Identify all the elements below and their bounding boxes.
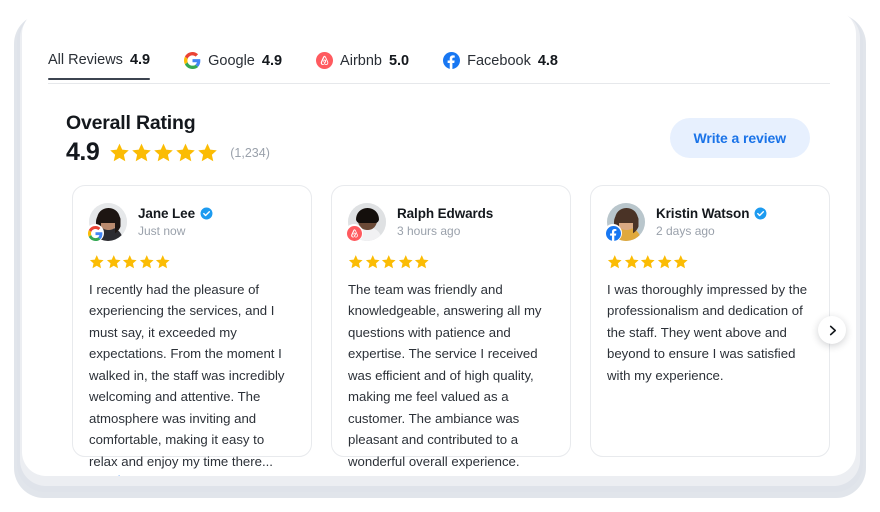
- page-title: Overall Rating: [66, 112, 196, 134]
- verified-badge-icon: [754, 207, 767, 220]
- tab-label: Google: [208, 52, 255, 69]
- star-icon: [198, 143, 218, 162]
- verified-badge-icon: [200, 207, 213, 220]
- overall-stars: [109, 142, 218, 163]
- star-icon: [414, 255, 429, 269]
- tab-score: 4.9: [261, 52, 283, 69]
- review-header: Kristin Watson 2 days ago: [604, 203, 813, 242]
- tab-google[interactable]: Google 4.9: [184, 52, 282, 80]
- tab-all-reviews[interactable]: All Reviews 4.9: [48, 52, 151, 80]
- review-card: Ralph Edwards 3 hours ago The team was f…: [331, 185, 571, 469]
- star-icon: [139, 255, 154, 269]
- avatar: [345, 203, 386, 242]
- review-source-badge: [604, 224, 622, 242]
- star-icon: [348, 255, 363, 269]
- facebook-icon: [443, 52, 461, 69]
- star-icon: [381, 255, 396, 269]
- reviewer-name: Kristin Watson: [656, 206, 750, 221]
- star-icon: [607, 255, 622, 269]
- review-card: Jane Lee Just now I recently had the ple…: [72, 185, 312, 476]
- review-stars: [348, 254, 554, 270]
- overall-rating-row: 4.9 (1,234): [66, 138, 270, 167]
- avatar: [604, 203, 645, 242]
- review-text: I recently had the pleasure of experienc…: [89, 281, 285, 469]
- review-card: Kristin Watson 2 days ago I was thorough…: [590, 185, 830, 457]
- star-icon: [132, 143, 152, 162]
- review-stars: [89, 254, 295, 270]
- read-more-link[interactable]: Read more: [89, 473, 295, 476]
- reviewer-info: Ralph Edwards 3 hours ago: [397, 206, 493, 238]
- reviews-widget-panel: All Reviews 4.9 Google 4.9 Airbnb 5.0 Faceb…: [22, 10, 856, 476]
- tab-label: Facebook: [467, 52, 531, 69]
- star-icon: [624, 255, 639, 269]
- tab-score: 4.9: [129, 52, 151, 68]
- review-source-badge: [345, 224, 363, 242]
- reviewer-name-row: Ralph Edwards: [397, 206, 493, 221]
- tab-score: 5.0: [388, 52, 410, 69]
- review-time: 3 hours ago: [397, 224, 461, 238]
- review-header: Jane Lee Just now: [86, 203, 295, 242]
- tab-label: Airbnb: [340, 52, 382, 69]
- star-icon: [398, 255, 413, 269]
- star-icon: [89, 255, 104, 269]
- review-count: (1,234): [230, 145, 270, 160]
- reviewer-info: Jane Lee Just now: [138, 206, 213, 238]
- star-icon: [110, 143, 130, 162]
- reviewer-name: Ralph Edwards: [397, 206, 494, 221]
- review-time: Just now: [138, 224, 186, 238]
- google-icon: [184, 52, 201, 69]
- star-icon: [673, 255, 688, 269]
- tab-score: 4.8: [537, 52, 558, 69]
- review-header: Ralph Edwards 3 hours ago: [345, 203, 554, 242]
- reviewer-name-row: Kristin Watson: [656, 206, 767, 221]
- star-icon: [176, 143, 196, 162]
- source-tabs: All Reviews 4.9 Google 4.9 Airbnb 5.0 Faceb…: [48, 52, 830, 84]
- star-icon: [155, 255, 170, 269]
- avatar: [86, 203, 127, 242]
- star-icon: [122, 255, 137, 269]
- overall-score: 4.9: [66, 138, 100, 166]
- reviews-carousel: Jane Lee Just now I recently had the ple…: [72, 185, 844, 476]
- facebook-icon: [605, 225, 621, 241]
- tab-facebook[interactable]: Facebook 4.8: [443, 52, 558, 80]
- reviewer-name-row: Jane Lee: [138, 206, 213, 221]
- tab-label: All Reviews: [48, 52, 123, 68]
- review-text: The team was friendly and knowledgeable,…: [348, 281, 542, 469]
- star-icon: [154, 143, 174, 162]
- airbnb-icon: [316, 52, 334, 69]
- star-icon: [365, 255, 380, 269]
- review-text: I was thoroughly impressed by the profes…: [607, 281, 808, 383]
- google-icon: [87, 225, 102, 241]
- star-icon: [657, 255, 672, 269]
- write-review-button[interactable]: Write a review: [669, 118, 810, 158]
- chevron-right-icon: [829, 325, 836, 335]
- review-time: 2 days ago: [656, 224, 715, 238]
- star-icon: [106, 255, 121, 269]
- reviewer-info: Kristin Watson 2 days ago: [656, 206, 767, 238]
- star-icon: [640, 255, 655, 269]
- reviewer-name: Jane Lee: [138, 206, 195, 221]
- tab-airbnb[interactable]: Airbnb 5.0: [316, 52, 409, 80]
- airbnb-icon: [346, 225, 362, 241]
- review-stars: [607, 254, 813, 270]
- carousel-next-button[interactable]: [818, 316, 846, 344]
- review-source-badge: [86, 224, 104, 242]
